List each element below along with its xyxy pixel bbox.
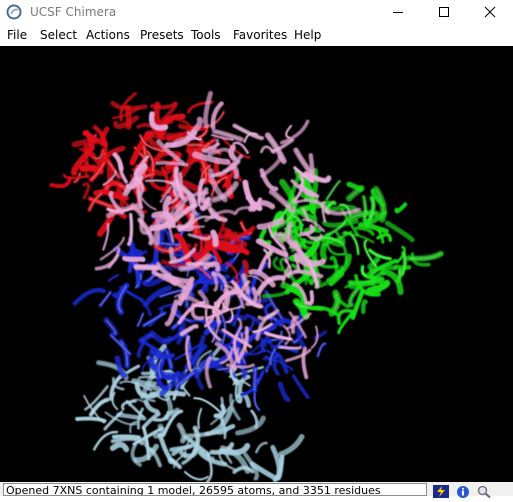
protein-structure-render xyxy=(0,46,513,482)
ribbon-segment xyxy=(259,199,261,209)
ribbon-segment xyxy=(213,232,215,244)
ribbon-segment xyxy=(148,134,180,136)
ribbon-segment xyxy=(152,393,184,394)
menu-select[interactable]: Select xyxy=(40,27,77,43)
title-bar[interactable]: UCSF Chimera xyxy=(0,0,513,24)
ribbon-segment xyxy=(114,436,139,437)
ribbon-segment xyxy=(75,141,105,144)
ribbon-segment xyxy=(174,227,204,228)
maximize-button[interactable] xyxy=(421,0,467,24)
ribbon-segment xyxy=(234,166,237,177)
molecule-viewport[interactable] xyxy=(0,46,513,482)
ribbon-segment xyxy=(363,301,365,311)
maximize-icon xyxy=(438,6,450,18)
chimera-logo-icon xyxy=(6,4,22,20)
info-icon[interactable] xyxy=(455,483,471,496)
ribbon-segment xyxy=(231,147,234,158)
window-title: UCSF Chimera xyxy=(30,4,116,20)
magnifier-icon[interactable] xyxy=(476,483,492,496)
lightning-icon[interactable] xyxy=(433,483,449,496)
menu-actions[interactable]: Actions xyxy=(86,27,130,43)
ribbon-segment xyxy=(245,262,247,273)
ribbon-segment xyxy=(99,160,110,161)
minimize-icon xyxy=(392,6,404,18)
menu-bar: File Select Actions Presets Tools Favori… xyxy=(0,24,513,46)
menu-help[interactable]: Help xyxy=(294,27,321,43)
status-message: Opened 7XNS containing 1 model, 26595 at… xyxy=(3,483,427,496)
minimize-button[interactable] xyxy=(375,0,421,24)
menu-favorites[interactable]: Favorites xyxy=(233,27,287,43)
menu-presets[interactable]: Presets xyxy=(140,27,184,43)
close-icon xyxy=(484,6,496,18)
menu-file[interactable]: File xyxy=(7,27,27,43)
ribbon-segment xyxy=(125,259,144,260)
close-button[interactable] xyxy=(467,0,513,24)
menu-tools[interactable]: Tools xyxy=(191,27,221,43)
